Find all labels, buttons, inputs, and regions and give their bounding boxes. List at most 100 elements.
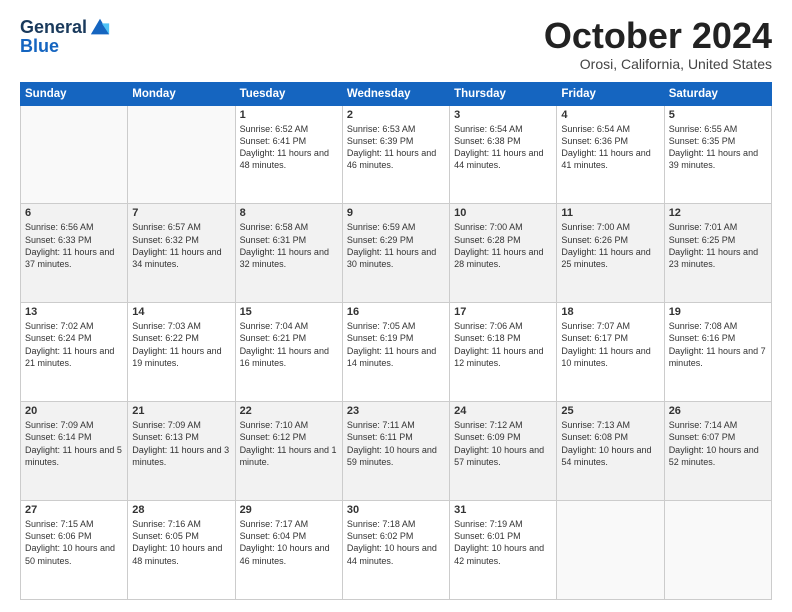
table-row: 22 Sunrise: 7:10 AM Sunset: 6:12 PM Dayli… bbox=[235, 402, 342, 501]
day-content: Sunrise: 6:57 AM Sunset: 6:32 PM Dayligh… bbox=[132, 221, 230, 270]
day-number: 3 bbox=[454, 109, 552, 121]
day-number: 31 bbox=[454, 504, 552, 516]
day-number: 20 bbox=[25, 405, 123, 417]
day-number: 28 bbox=[132, 504, 230, 516]
table-row: 20 Sunrise: 7:09 AM Sunset: 6:14 PM Dayli… bbox=[21, 402, 128, 501]
day-content: Sunrise: 7:17 AM Sunset: 6:04 PM Dayligh… bbox=[240, 518, 338, 567]
day-content: Sunrise: 7:13 AM Sunset: 6:08 PM Dayligh… bbox=[561, 419, 659, 468]
table-row: 6Sunrise: 6:56 AM Sunset: 6:33 PM Daylig… bbox=[21, 204, 128, 303]
day-number: 7 bbox=[132, 207, 230, 219]
day-content: Sunrise: 7:00 AM Sunset: 6:28 PM Dayligh… bbox=[454, 221, 552, 270]
table-row bbox=[128, 105, 235, 204]
day-content: Sunrise: 6:55 AM Sunset: 6:35 PM Dayligh… bbox=[669, 123, 767, 172]
table-row: 29 Sunrise: 7:17 AM Sunset: 6:04 PM Dayli… bbox=[235, 501, 342, 600]
calendar-table: Sunday Monday Tuesday Wednesday Thursday… bbox=[20, 82, 772, 600]
day-content: Sunrise: 6:58 AM Sunset: 6:31 PM Dayligh… bbox=[240, 221, 338, 270]
table-row: 4 Sunrise: 6:54 AM Sunset: 6:36 PM Daylig… bbox=[557, 105, 664, 204]
table-row: 28Sunrise: 7:16 AM Sunset: 6:05 PM Dayli… bbox=[128, 501, 235, 600]
location: Orosi, California, United States bbox=[544, 56, 772, 72]
table-row: 19Sunrise: 7:08 AM Sunset: 6:16 PM Dayli… bbox=[664, 303, 771, 402]
day-content: Sunrise: 6:54 AM Sunset: 6:36 PM Dayligh… bbox=[561, 123, 659, 172]
table-row: 12 Sunrise: 7:01 AM Sunset: 6:25 PM Dayli… bbox=[664, 204, 771, 303]
day-content: Sunrise: 7:02 AM Sunset: 6:24 PM Dayligh… bbox=[25, 320, 123, 369]
table-row bbox=[21, 105, 128, 204]
calendar-week-row: 20 Sunrise: 7:09 AM Sunset: 6:14 PM Dayli… bbox=[21, 402, 772, 501]
month-title: October 2024 bbox=[544, 16, 772, 56]
day-number: 18 bbox=[561, 306, 659, 318]
table-row: 31 Sunrise: 7:19 AM Sunset: 6:01 PM Dayli… bbox=[450, 501, 557, 600]
day-content: Sunrise: 7:12 AM Sunset: 6:09 PM Dayligh… bbox=[454, 419, 552, 468]
calendar-header-row: Sunday Monday Tuesday Wednesday Thursday… bbox=[21, 82, 772, 105]
col-sunday: Sunday bbox=[21, 82, 128, 105]
day-content: Sunrise: 7:19 AM Sunset: 6:01 PM Dayligh… bbox=[454, 518, 552, 567]
table-row: 13 Sunrise: 7:02 AM Sunset: 6:24 PM Dayli… bbox=[21, 303, 128, 402]
day-number: 6 bbox=[25, 207, 123, 219]
day-number: 30 bbox=[347, 504, 445, 516]
day-number: 12 bbox=[669, 207, 767, 219]
table-row: 17 Sunrise: 7:06 AM Sunset: 6:18 PM Dayli… bbox=[450, 303, 557, 402]
page: General Blue October 2024 Orosi, Califor… bbox=[0, 0, 792, 612]
logo-text: General bbox=[20, 16, 111, 38]
table-row: 5 Sunrise: 6:55 AM Sunset: 6:35 PM Daylig… bbox=[664, 105, 771, 204]
table-row: 26Sunrise: 7:14 AM Sunset: 6:07 PM Dayli… bbox=[664, 402, 771, 501]
day-number: 11 bbox=[561, 207, 659, 219]
header: General Blue October 2024 Orosi, Califor… bbox=[20, 16, 772, 72]
day-number: 17 bbox=[454, 306, 552, 318]
day-number: 26 bbox=[669, 405, 767, 417]
table-row: 7 Sunrise: 6:57 AM Sunset: 6:32 PM Daylig… bbox=[128, 204, 235, 303]
day-content: Sunrise: 7:09 AM Sunset: 6:14 PM Dayligh… bbox=[25, 419, 123, 468]
day-content: Sunrise: 7:18 AM Sunset: 6:02 PM Dayligh… bbox=[347, 518, 445, 567]
calendar-week-row: 1 Sunrise: 6:52 AM Sunset: 6:41 PM Daylig… bbox=[21, 105, 772, 204]
table-row: 2 Sunrise: 6:53 AM Sunset: 6:39 PM Daylig… bbox=[342, 105, 449, 204]
day-number: 5 bbox=[669, 109, 767, 121]
table-row: 18 Sunrise: 7:07 AM Sunset: 6:17 PM Dayli… bbox=[557, 303, 664, 402]
calendar-week-row: 13 Sunrise: 7:02 AM Sunset: 6:24 PM Dayli… bbox=[21, 303, 772, 402]
title-block: October 2024 Orosi, California, United S… bbox=[544, 16, 772, 72]
day-number: 4 bbox=[561, 109, 659, 121]
table-row: 24Sunrise: 7:12 AM Sunset: 6:09 PM Dayli… bbox=[450, 402, 557, 501]
day-content: Sunrise: 7:09 AM Sunset: 6:13 PM Dayligh… bbox=[132, 419, 230, 468]
day-content: Sunrise: 7:15 AM Sunset: 6:06 PM Dayligh… bbox=[25, 518, 123, 567]
table-row: 11 Sunrise: 7:00 AM Sunset: 6:26 PM Dayli… bbox=[557, 204, 664, 303]
day-content: Sunrise: 7:03 AM Sunset: 6:22 PM Dayligh… bbox=[132, 320, 230, 369]
day-content: Sunrise: 7:08 AM Sunset: 6:16 PM Dayligh… bbox=[669, 320, 767, 369]
day-number: 29 bbox=[240, 504, 338, 516]
logo-general: General bbox=[20, 18, 87, 36]
day-number: 10 bbox=[454, 207, 552, 219]
day-number: 9 bbox=[347, 207, 445, 219]
calendar-week-row: 27Sunrise: 7:15 AM Sunset: 6:06 PM Dayli… bbox=[21, 501, 772, 600]
day-content: Sunrise: 7:07 AM Sunset: 6:17 PM Dayligh… bbox=[561, 320, 659, 369]
logo: General Blue bbox=[20, 16, 111, 57]
day-content: Sunrise: 7:11 AM Sunset: 6:11 PM Dayligh… bbox=[347, 419, 445, 468]
calendar-week-row: 6Sunrise: 6:56 AM Sunset: 6:33 PM Daylig… bbox=[21, 204, 772, 303]
table-row: 16Sunrise: 7:05 AM Sunset: 6:19 PM Dayli… bbox=[342, 303, 449, 402]
day-number: 14 bbox=[132, 306, 230, 318]
day-number: 21 bbox=[132, 405, 230, 417]
table-row: 3Sunrise: 6:54 AM Sunset: 6:38 PM Daylig… bbox=[450, 105, 557, 204]
day-content: Sunrise: 7:06 AM Sunset: 6:18 PM Dayligh… bbox=[454, 320, 552, 369]
col-wednesday: Wednesday bbox=[342, 82, 449, 105]
table-row: 10 Sunrise: 7:00 AM Sunset: 6:28 PM Dayli… bbox=[450, 204, 557, 303]
table-row bbox=[557, 501, 664, 600]
day-number: 13 bbox=[25, 306, 123, 318]
table-row: 15Sunrise: 7:04 AM Sunset: 6:21 PM Dayli… bbox=[235, 303, 342, 402]
day-content: Sunrise: 7:00 AM Sunset: 6:26 PM Dayligh… bbox=[561, 221, 659, 270]
table-row: 1 Sunrise: 6:52 AM Sunset: 6:41 PM Daylig… bbox=[235, 105, 342, 204]
day-number: 15 bbox=[240, 306, 338, 318]
day-number: 22 bbox=[240, 405, 338, 417]
day-number: 1 bbox=[240, 109, 338, 121]
table-row: 21 Sunrise: 7:09 AM Sunset: 6:13 PM Dayli… bbox=[128, 402, 235, 501]
day-content: Sunrise: 6:52 AM Sunset: 6:41 PM Dayligh… bbox=[240, 123, 338, 172]
col-friday: Friday bbox=[557, 82, 664, 105]
table-row: 23Sunrise: 7:11 AM Sunset: 6:11 PM Dayli… bbox=[342, 402, 449, 501]
day-content: Sunrise: 7:01 AM Sunset: 6:25 PM Dayligh… bbox=[669, 221, 767, 270]
logo-icon bbox=[89, 16, 111, 38]
day-content: Sunrise: 7:05 AM Sunset: 6:19 PM Dayligh… bbox=[347, 320, 445, 369]
day-content: Sunrise: 6:53 AM Sunset: 6:39 PM Dayligh… bbox=[347, 123, 445, 172]
col-monday: Monday bbox=[128, 82, 235, 105]
day-number: 2 bbox=[347, 109, 445, 121]
day-content: Sunrise: 7:10 AM Sunset: 6:12 PM Dayligh… bbox=[240, 419, 338, 468]
day-content: Sunrise: 6:59 AM Sunset: 6:29 PM Dayligh… bbox=[347, 221, 445, 270]
table-row: 30 Sunrise: 7:18 AM Sunset: 6:02 PM Dayli… bbox=[342, 501, 449, 600]
table-row: 27Sunrise: 7:15 AM Sunset: 6:06 PM Dayli… bbox=[21, 501, 128, 600]
